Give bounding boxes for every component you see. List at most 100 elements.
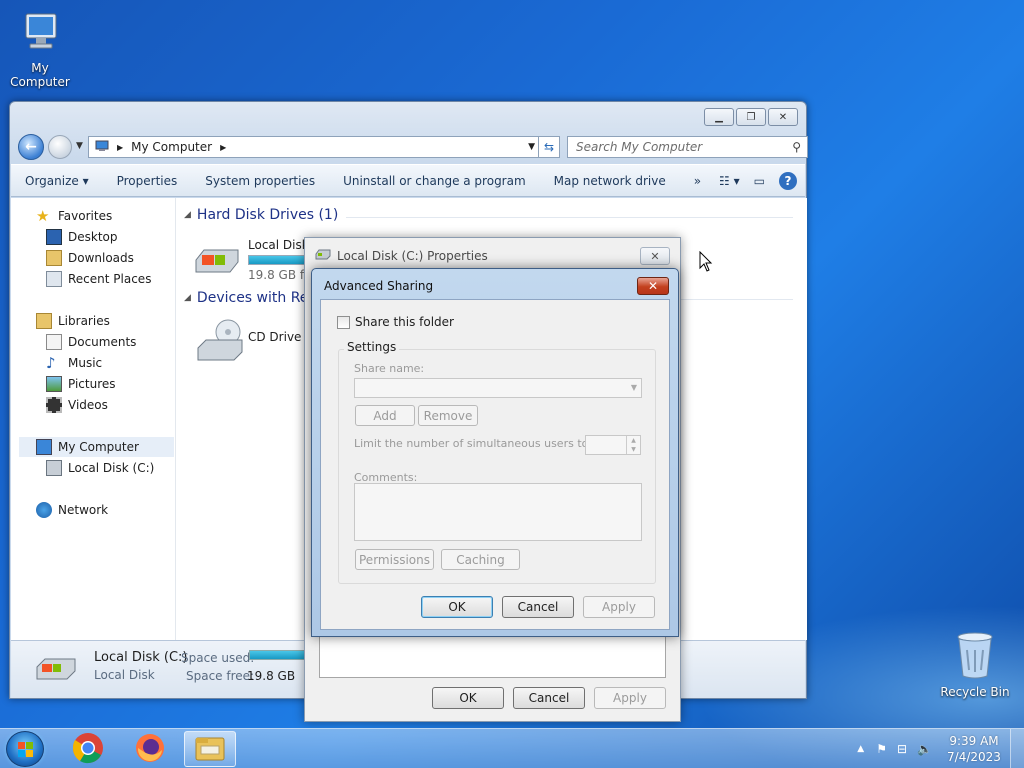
group-header-removable-devices[interactable]: ◢ Devices with Re xyxy=(184,290,308,306)
checkbox-box[interactable] xyxy=(337,315,350,329)
nav-videos[interactable]: Videos xyxy=(46,395,108,415)
desktop-icon xyxy=(46,229,62,245)
nav-music[interactable]: ♪ Music xyxy=(46,353,102,373)
refresh-button[interactable]: ⇆ xyxy=(538,136,560,158)
comments-textarea[interactable] xyxy=(354,483,642,541)
chevron-down-icon[interactable]: ▼ xyxy=(528,142,535,152)
refresh-icon: ⇆ xyxy=(543,140,555,154)
map-network-drive-button[interactable]: Map network drive xyxy=(540,174,680,188)
properties-cancel-button[interactable]: Cancel xyxy=(513,687,585,709)
group-divider xyxy=(346,217,793,218)
computer-icon xyxy=(36,439,52,455)
share-name-combobox[interactable]: ▼ xyxy=(354,378,642,398)
share-folder-label[interactable]: Share this folder xyxy=(355,315,454,329)
nav-pictures[interactable]: Pictures xyxy=(46,374,116,394)
action-center-flag-icon[interactable]: ⚑ xyxy=(876,742,887,756)
arrow-left-icon: ← xyxy=(25,139,37,155)
nav-desktop[interactable]: Desktop xyxy=(46,227,118,247)
minimize-button[interactable]: ▁ xyxy=(704,108,734,126)
desktop-icon-recycle-bin[interactable]: Recycle Bin xyxy=(935,630,1015,699)
show-desktop-button[interactable] xyxy=(1010,729,1024,768)
uninstall-program-button[interactable]: Uninstall or change a program xyxy=(329,174,540,188)
properties-apply-button[interactable]: Apply xyxy=(594,687,666,709)
nav-libraries[interactable]: Libraries xyxy=(36,311,110,331)
user-limit-label: Limit the number of simultaneous users t… xyxy=(354,437,593,450)
caching-button[interactable]: Caching xyxy=(441,549,520,570)
network-icon xyxy=(36,502,52,518)
organize-button[interactable]: Organize ▾ xyxy=(11,174,103,188)
user-limit-spinner[interactable]: ▲ ▼ xyxy=(585,435,641,455)
help-icon[interactable]: ? xyxy=(779,172,797,190)
more-commands-button[interactable]: » xyxy=(680,174,715,188)
taskbar-firefox[interactable] xyxy=(124,731,176,767)
preview-pane-icon[interactable]: ▭ xyxy=(754,174,765,188)
nav-favorites[interactable]: ★ Favorites xyxy=(36,206,112,226)
nav-network[interactable]: Network xyxy=(36,500,108,520)
advanced-sharing-ok-button[interactable]: OK xyxy=(421,596,493,618)
show-hidden-icons-icon[interactable]: ▲ xyxy=(857,744,864,754)
breadcrumb-my-computer[interactable]: My Computer xyxy=(131,140,212,154)
details-space-free-value: 19.8 GB xyxy=(247,669,296,683)
search-icon: ⚲ xyxy=(792,140,801,154)
advanced-sharing-cancel-button[interactable]: Cancel xyxy=(502,596,574,618)
forward-button[interactable] xyxy=(48,135,72,159)
volume-muted-icon[interactable]: 🔈 xyxy=(917,742,932,756)
group-header-hard-disk-drives[interactable]: ◢ Hard Disk Drives (1) xyxy=(184,207,338,223)
advanced-sharing-close-button[interactable]: ✕ xyxy=(637,277,669,295)
nav-local-disk[interactable]: Local Disk (C:) xyxy=(46,458,154,478)
close-button[interactable]: ✕ xyxy=(768,108,798,126)
collapse-triangle-icon: ◢ xyxy=(184,210,191,220)
chevron-right-icon[interactable]: ▶ xyxy=(220,143,226,152)
nav-recent-places[interactable]: Recent Places xyxy=(46,269,151,289)
chevron-right-icon[interactable]: ▶ xyxy=(117,143,123,152)
nav-documents[interactable]: Documents xyxy=(46,332,136,352)
network-status-icon[interactable]: ⊟ xyxy=(897,742,907,756)
mouse-cursor-icon xyxy=(699,250,713,276)
recent-pages-dropdown[interactable]: ▼ xyxy=(76,141,83,151)
maximize-icon: ❐ xyxy=(746,111,756,123)
advanced-sharing-body: Share this folder Settings Share name: ▼… xyxy=(320,299,670,630)
properties-button[interactable]: Properties xyxy=(103,174,192,188)
advanced-sharing-dialog: Advanced Sharing ✕ Share this folder Set… xyxy=(311,268,679,637)
properties-tab-content xyxy=(319,636,666,678)
chrome-icon xyxy=(72,732,104,767)
address-bar[interactable]: ▶ My Computer ▶ ▼ xyxy=(88,136,542,158)
recycle-bin-icon xyxy=(935,630,1015,683)
share-folder-checkbox[interactable]: Share this folder xyxy=(337,315,454,329)
share-add-button[interactable]: Add xyxy=(355,405,415,426)
file-explorer-icon xyxy=(194,734,226,765)
system-properties-button[interactable]: System properties xyxy=(191,174,329,188)
spinner-arrows-icon[interactable]: ▲ ▼ xyxy=(626,436,640,454)
music-note-icon: ♪ xyxy=(46,354,56,372)
properties-close-button[interactable]: ✕ xyxy=(640,247,670,265)
hard-drive-icon xyxy=(33,651,79,688)
settings-legend: Settings xyxy=(344,340,400,354)
taskbar-chrome[interactable] xyxy=(62,731,114,767)
desktop-icon-my-computer[interactable]: My Computer xyxy=(0,8,80,89)
start-button[interactable] xyxy=(6,731,44,767)
hard-drive-icon xyxy=(46,460,62,476)
properties-dialog-title: Local Disk (C:) Properties xyxy=(315,248,488,263)
permissions-button[interactable]: Permissions xyxy=(355,549,434,570)
taskbar-file-explorer[interactable] xyxy=(184,731,236,767)
clock[interactable]: 9:39 AM 7/4/2023 xyxy=(938,733,1010,765)
maximize-button[interactable]: ❐ xyxy=(736,108,766,126)
nav-downloads[interactable]: Downloads xyxy=(46,248,134,268)
view-options-icon[interactable]: ☷ ▾ xyxy=(719,174,740,188)
navigation-pane: ★ Favorites Desktop Downloads Recent Plac… xyxy=(11,198,176,640)
taskbar: ▲ ⚑ ⊟ 🔈 9:39 AM 7/4/2023 xyxy=(0,728,1024,768)
search-input[interactable]: Search My Computer ⚲ xyxy=(567,136,808,158)
details-space-used-label: Space used: xyxy=(181,651,255,665)
hard-drive-icon xyxy=(192,240,242,283)
computer-icon xyxy=(0,8,80,59)
nav-my-computer[interactable]: My Computer xyxy=(19,437,174,457)
windows-logo-icon xyxy=(18,742,34,761)
properties-ok-button[interactable]: OK xyxy=(432,687,504,709)
back-button[interactable]: ← xyxy=(18,134,44,160)
share-remove-button[interactable]: Remove xyxy=(418,405,478,426)
advanced-sharing-apply-button[interactable]: Apply xyxy=(583,596,655,618)
search-placeholder: Search My Computer xyxy=(576,140,703,154)
command-bar: Organize ▾ Properties System properties … xyxy=(11,164,805,197)
close-icon: ✕ xyxy=(778,111,788,123)
clock-date: 7/4/2023 xyxy=(947,750,1001,764)
